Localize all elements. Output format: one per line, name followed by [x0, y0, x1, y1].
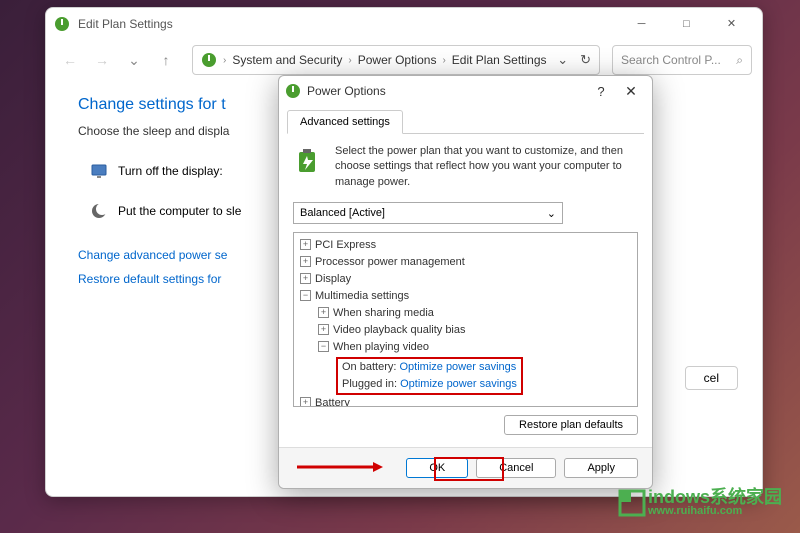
expand-icon[interactable]: + — [318, 307, 329, 318]
red-arrow-annotation — [297, 460, 383, 474]
help-button[interactable]: ? — [586, 84, 616, 99]
dialog-intro: Select the power plan that you want to c… — [293, 144, 638, 190]
close-button[interactable]: ✕ — [709, 9, 754, 39]
main-titlebar: Edit Plan Settings ─ □ ✕ — [46, 8, 762, 40]
minimize-button[interactable]: ─ — [619, 9, 664, 39]
plugged-in-value[interactable]: Optimize power savings — [400, 378, 517, 390]
on-battery-value[interactable]: Optimize power savings — [399, 361, 516, 373]
expand-icon[interactable]: + — [300, 397, 311, 408]
expand-icon[interactable]: + — [318, 324, 329, 335]
tree-processor-power[interactable]: +Processor power management — [300, 254, 631, 271]
tree-playing-video[interactable]: −When playing video — [318, 339, 631, 356]
main-window-title: Edit Plan Settings — [78, 17, 619, 31]
collapse-icon[interactable]: − — [318, 341, 329, 352]
dialog-tabs: Advanced settings — [287, 110, 644, 134]
refresh-icon[interactable]: ↻ — [580, 52, 591, 68]
battery-power-icon — [293, 144, 325, 176]
restore-row: Restore plan defaults — [293, 415, 638, 435]
tree-sharing-media[interactable]: +When sharing media — [318, 305, 631, 322]
window-controls: ─ □ ✕ — [619, 9, 754, 39]
settings-tree[interactable]: +PCI Express +Processor power management… — [293, 232, 638, 407]
watermark-url: www.ruihaifu.com — [648, 506, 782, 517]
chevron-right-icon: › — [348, 55, 351, 66]
dialog-titlebar: Power Options ? ✕ — [279, 76, 652, 106]
breadcrumb-edit-plan[interactable]: Edit Plan Settings — [452, 53, 547, 67]
chevron-right-icon: › — [223, 55, 226, 66]
expand-icon[interactable]: + — [300, 239, 311, 250]
breadcrumb-system-security[interactable]: System and Security — [232, 53, 342, 67]
windows-logo-icon — [618, 489, 646, 517]
expand-icon[interactable]: + — [300, 256, 311, 267]
tree-playback-quality[interactable]: +Video playback quality bias — [318, 322, 631, 339]
moon-icon — [90, 202, 108, 220]
turn-off-display-label: Turn off the display: — [118, 164, 223, 178]
breadcrumb-power-options[interactable]: Power Options — [358, 53, 437, 67]
tree-display[interactable]: +Display — [300, 271, 631, 288]
power-plan-select[interactable]: Balanced [Active] ⌄ — [293, 202, 563, 224]
ok-button[interactable]: OK — [406, 458, 468, 478]
sleep-label: Put the computer to sle — [118, 204, 241, 218]
forward-button[interactable]: → — [88, 46, 116, 74]
power-options-dialog: Power Options ? ✕ Advanced settings Sele… — [278, 75, 653, 489]
tree-multimedia[interactable]: −Multimedia settings — [300, 288, 631, 305]
search-icon: ⌕ — [736, 53, 743, 68]
apply-button[interactable]: Apply — [564, 458, 638, 478]
watermark-text: indows系统家园 — [648, 488, 782, 506]
cancel-button[interactable]: Cancel — [476, 458, 556, 478]
maximize-button[interactable]: □ — [664, 9, 709, 39]
tree-pci-express[interactable]: +PCI Express — [300, 237, 631, 254]
dialog-footer: OK Cancel Apply — [279, 447, 652, 488]
main-button-row: cel — [685, 366, 738, 390]
dialog-title: Power Options — [307, 84, 586, 98]
up-button[interactable]: ↑ — [152, 46, 180, 74]
restore-defaults-button[interactable]: Restore plan defaults — [504, 415, 638, 435]
video-settings-highlight: On battery: Optimize power savings Plugg… — [336, 357, 631, 395]
watermark: indows系统家园 www.ruihaifu.com — [618, 488, 782, 517]
chevron-right-icon: › — [442, 55, 445, 66]
display-icon — [90, 162, 108, 180]
dialog-body: Select the power plan that you want to c… — [279, 134, 652, 445]
power-plan-icon — [54, 16, 70, 32]
on-battery-row[interactable]: On battery: Optimize power savings — [342, 359, 517, 376]
recent-dropdown[interactable]: ⌄ — [120, 46, 148, 74]
power-icon — [285, 83, 301, 99]
search-input[interactable]: Search Control P... ⌕ — [612, 45, 752, 75]
navigation-bar: ← → ⌄ ↑ › System and Security › Power Op… — [46, 40, 762, 80]
dropdown-icon[interactable]: ⌄ — [557, 52, 568, 68]
address-bar[interactable]: › System and Security › Power Options › … — [192, 45, 600, 75]
back-button[interactable]: ← — [56, 46, 84, 74]
dialog-close-button[interactable]: ✕ — [616, 83, 646, 100]
power-icon — [201, 52, 217, 68]
collapse-icon[interactable]: − — [300, 290, 311, 301]
dialog-intro-text: Select the power plan that you want to c… — [335, 144, 638, 190]
plan-select-value: Balanced [Active] — [300, 207, 385, 219]
main-cancel-button[interactable]: cel — [685, 366, 738, 390]
search-placeholder: Search Control P... — [621, 53, 721, 67]
plugged-in-row[interactable]: Plugged in: Optimize power savings — [342, 376, 517, 393]
expand-icon[interactable]: + — [300, 273, 311, 284]
tab-advanced-settings[interactable]: Advanced settings — [287, 110, 403, 134]
chevron-down-icon: ⌄ — [547, 207, 556, 220]
tree-battery[interactable]: +Battery — [300, 395, 631, 408]
